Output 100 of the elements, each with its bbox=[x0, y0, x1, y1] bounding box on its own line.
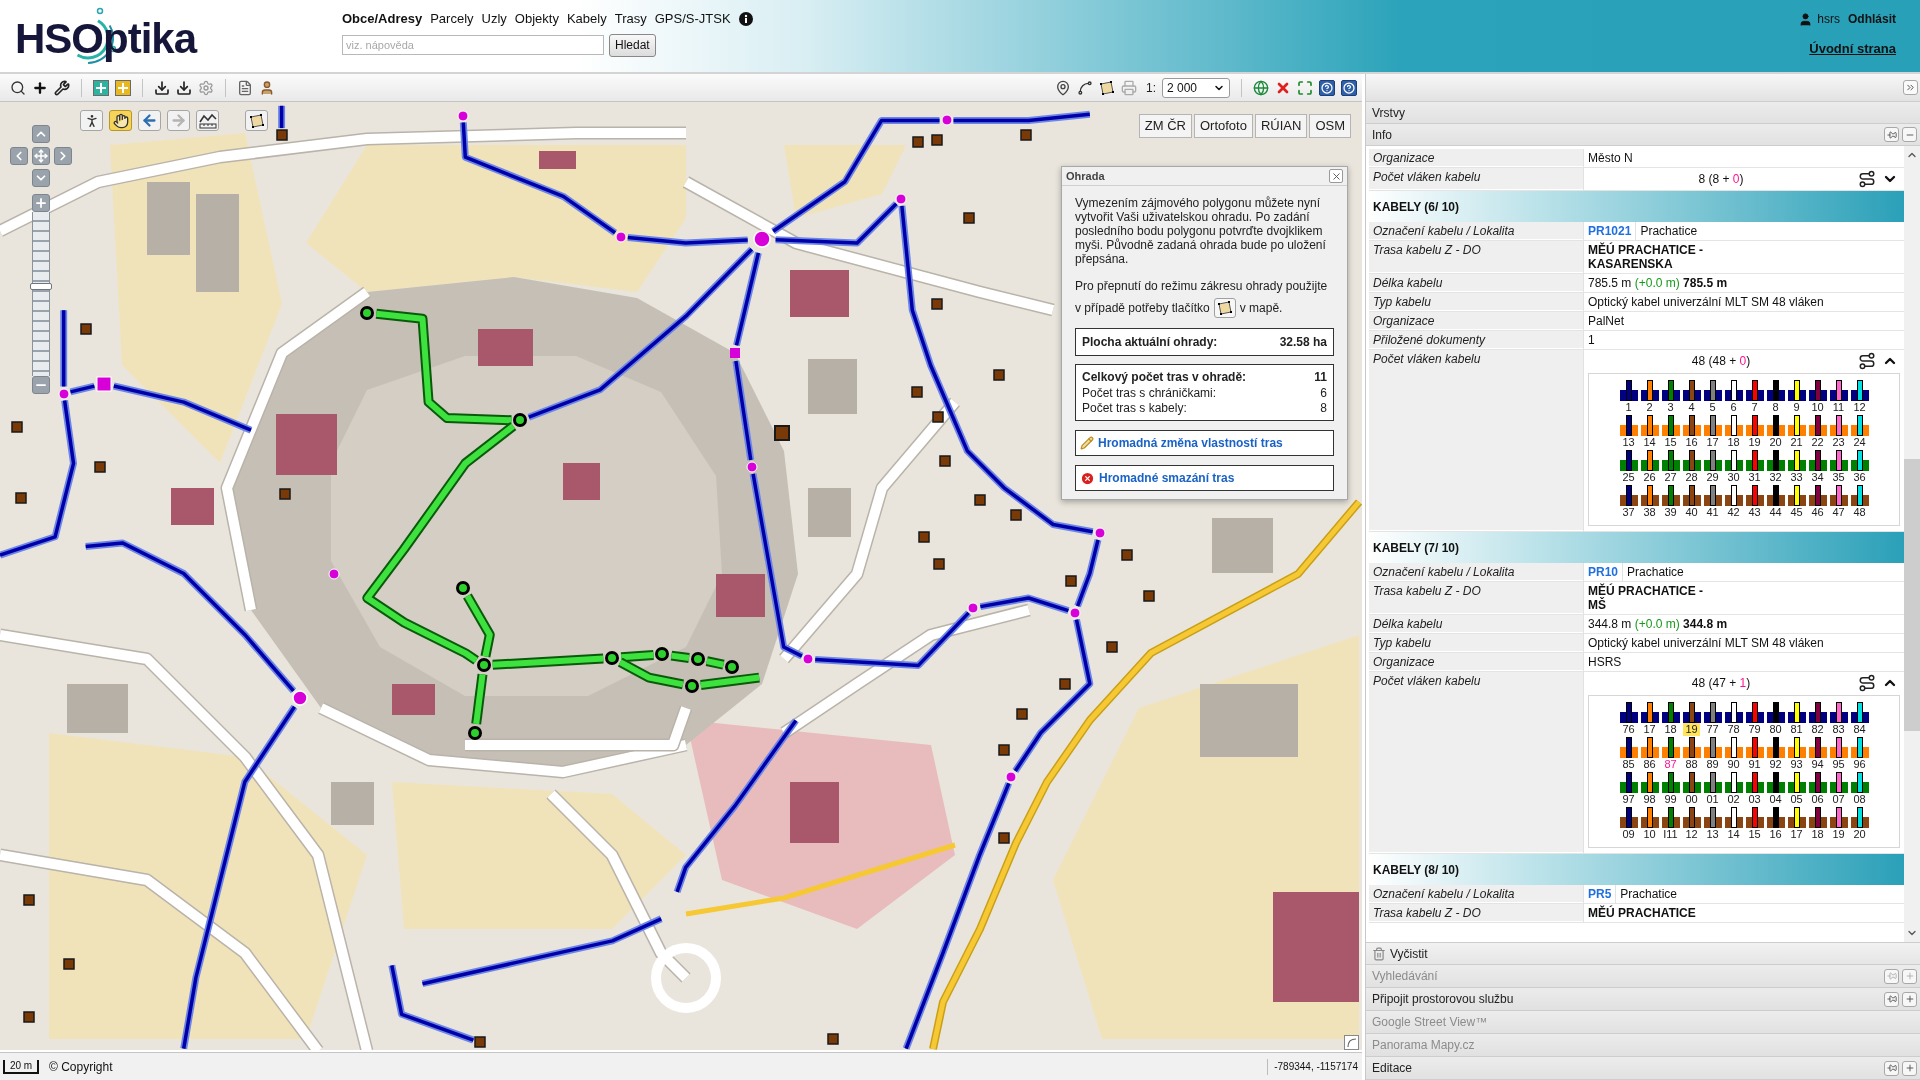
download-icon[interactable] bbox=[154, 79, 170, 96]
square-marker[interactable] bbox=[974, 494, 986, 506]
square-marker[interactable] bbox=[279, 488, 291, 500]
settings-icon[interactable] bbox=[198, 79, 214, 96]
cable-route[interactable] bbox=[421, 915, 663, 988]
square-marker[interactable] bbox=[1065, 575, 1077, 587]
point-marker[interactable] bbox=[1005, 771, 1017, 783]
panel-header[interactable]: Editace bbox=[1366, 1057, 1920, 1080]
cable-route[interactable] bbox=[278, 105, 286, 129]
document-icon[interactable] bbox=[237, 79, 253, 96]
nav-tab[interactable]: Parcely bbox=[430, 9, 474, 29]
pan-right-button[interactable] bbox=[54, 147, 72, 165]
square-marker[interactable] bbox=[939, 455, 951, 467]
cable-route[interactable] bbox=[815, 610, 972, 669]
route-node-marker[interactable] bbox=[685, 679, 699, 693]
selected-route[interactable] bbox=[362, 422, 517, 665]
cable-route[interactable] bbox=[459, 122, 618, 236]
route-node-marker[interactable] bbox=[468, 726, 482, 740]
square-marker[interactable] bbox=[80, 323, 92, 335]
map-tool-button[interactable] bbox=[196, 110, 219, 131]
square-marker[interactable] bbox=[918, 531, 930, 543]
plus-square-icon[interactable] bbox=[115, 79, 131, 96]
layer-button[interactable]: OSM bbox=[1309, 114, 1351, 138]
square-marker[interactable] bbox=[276, 129, 288, 141]
cable-route[interactable] bbox=[953, 110, 1091, 124]
nav-tab[interactable]: Kabely bbox=[566, 9, 607, 29]
line-nodes-icon[interactable] bbox=[1077, 79, 1093, 96]
square-marker[interactable] bbox=[15, 492, 27, 504]
action-link[interactable]: Hromadná změna vlastností tras bbox=[1075, 430, 1334, 456]
cable-route[interactable] bbox=[979, 594, 1070, 614]
square-marker[interactable] bbox=[1010, 509, 1022, 521]
point-marker[interactable] bbox=[967, 602, 979, 614]
route-switch-icon[interactable] bbox=[1858, 170, 1876, 188]
clear-button[interactable]: Vyčistit bbox=[1366, 942, 1920, 965]
search-field[interactable]: viz. nápověda bbox=[342, 35, 604, 55]
home-link[interactable]: Úvodní strana bbox=[1809, 39, 1896, 59]
pan-center-button[interactable] bbox=[32, 147, 50, 165]
cable-route[interactable] bbox=[113, 382, 253, 434]
cable-route[interactable] bbox=[527, 246, 755, 421]
pin-button[interactable] bbox=[1884, 1060, 1899, 1076]
square-marker[interactable] bbox=[94, 461, 106, 473]
square-marker[interactable] bbox=[998, 744, 1010, 756]
cable-route[interactable] bbox=[775, 201, 899, 247]
route-node-marker[interactable] bbox=[691, 652, 705, 666]
square-marker[interactable] bbox=[827, 1033, 839, 1045]
square-marker[interactable] bbox=[993, 369, 1005, 381]
point-marker[interactable] bbox=[1094, 527, 1106, 539]
route-node-marker[interactable] bbox=[605, 651, 619, 665]
square-marker[interactable] bbox=[774, 425, 790, 441]
cable-route[interactable] bbox=[732, 360, 755, 461]
cable-route[interactable] bbox=[388, 964, 475, 1044]
square-marker[interactable] bbox=[23, 894, 35, 906]
square-marker[interactable] bbox=[911, 386, 923, 398]
panel-header[interactable]: Info bbox=[1366, 124, 1920, 146]
overview-map-icon[interactable] bbox=[1344, 1035, 1359, 1050]
plus-icon[interactable] bbox=[32, 79, 48, 96]
cable-route[interactable] bbox=[902, 781, 1013, 1050]
pan-up-button[interactable] bbox=[32, 125, 50, 143]
nav-tab[interactable]: Objekty bbox=[514, 9, 559, 29]
route-node-marker[interactable] bbox=[655, 647, 669, 661]
point-marker[interactable] bbox=[58, 388, 70, 400]
selected-route[interactable] bbox=[617, 657, 684, 690]
square-marker[interactable] bbox=[963, 212, 975, 224]
nav-tab[interactable]: GPS/S-JTSK bbox=[654, 9, 731, 29]
selected-route[interactable] bbox=[620, 650, 654, 663]
person-icon[interactable] bbox=[259, 79, 275, 96]
route-node-marker[interactable] bbox=[477, 658, 491, 672]
magnifier-icon[interactable] bbox=[10, 79, 26, 96]
nav-tab[interactable]: Trasy bbox=[614, 9, 647, 29]
point-marker[interactable] bbox=[802, 653, 814, 665]
selected-route[interactable] bbox=[463, 593, 495, 658]
cable-route[interactable] bbox=[69, 382, 96, 396]
pin-button[interactable] bbox=[1884, 991, 1899, 1007]
pan-down-button[interactable] bbox=[32, 169, 50, 187]
collapse-panel-button[interactable] bbox=[1903, 80, 1918, 95]
square-marker[interactable] bbox=[1143, 590, 1155, 602]
zoom-slider[interactable] bbox=[32, 212, 50, 376]
selected-route[interactable] bbox=[492, 653, 604, 670]
square-marker[interactable] bbox=[1059, 678, 1071, 690]
fullscreen-icon[interactable] bbox=[1297, 79, 1313, 96]
cable-route[interactable] bbox=[673, 718, 799, 894]
search-button[interactable]: Hledat bbox=[609, 33, 656, 57]
plus-square-icon[interactable] bbox=[93, 79, 109, 96]
point-marker[interactable] bbox=[292, 690, 308, 706]
selected-route[interactable] bbox=[375, 308, 512, 426]
cable-link[interactable]: PR1021 bbox=[1584, 222, 1637, 240]
nav-tab[interactable]: Obce/Adresy bbox=[342, 9, 423, 29]
cable-route[interactable] bbox=[60, 310, 68, 387]
layer-button[interactable]: RÚIAN bbox=[1254, 114, 1308, 138]
pan-left-button[interactable] bbox=[10, 147, 28, 165]
point-marker[interactable] bbox=[753, 230, 771, 248]
polygon-icon[interactable] bbox=[1099, 79, 1115, 96]
action-link[interactable]: Hromadné smazání tras bbox=[1075, 465, 1334, 491]
selected-route[interactable] bbox=[471, 673, 488, 725]
cable-link[interactable]: PR5 bbox=[1584, 885, 1617, 903]
route-node-marker[interactable] bbox=[725, 660, 739, 674]
zoom-slider-thumb[interactable] bbox=[30, 283, 52, 290]
download-icon[interactable] bbox=[176, 79, 192, 96]
cable-route[interactable] bbox=[85, 539, 297, 694]
cable-link[interactable]: PR10 bbox=[1584, 563, 1624, 581]
